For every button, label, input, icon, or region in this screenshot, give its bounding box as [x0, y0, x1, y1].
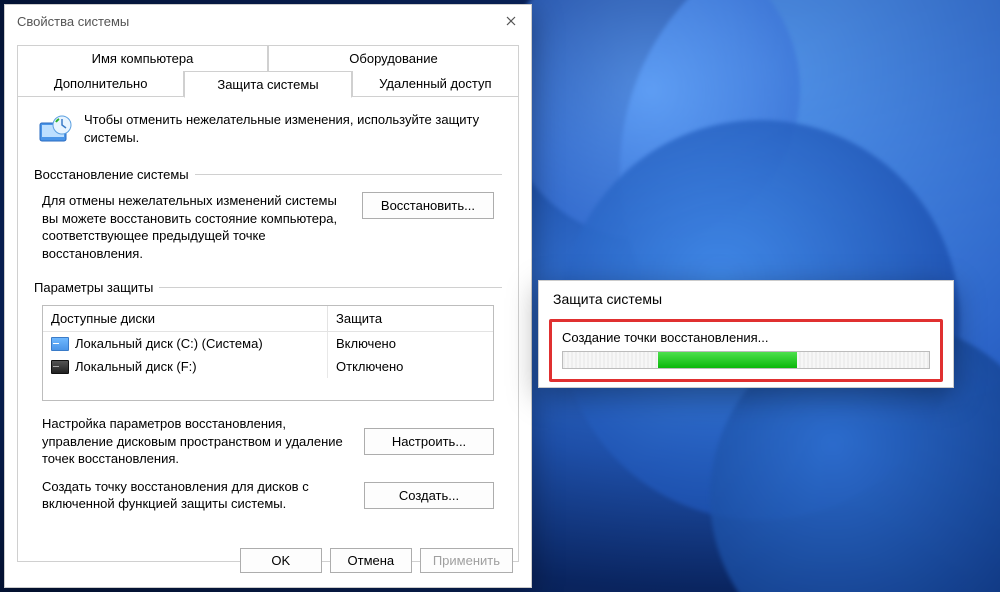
tab-hardware[interactable]: Оборудование [268, 45, 519, 71]
table-row[interactable]: Локальный диск (F:) Отключено [43, 355, 493, 378]
disk-table: Доступные диски Защита Локальный диск (C… [42, 305, 494, 401]
configure-description: Настройка параметров восстановления, упр… [42, 415, 352, 468]
progress-bar [562, 351, 930, 369]
disk-name: Локальный диск (C:) (Система) [75, 336, 263, 351]
configure-button[interactable]: Настроить... [364, 428, 494, 455]
disk-name: Локальный диск (F:) [75, 359, 197, 374]
cancel-button[interactable]: Отмена [330, 548, 412, 573]
system-properties-window: Свойства системы Имя компьютера Оборудов… [4, 4, 532, 588]
progress-label: Создание точки восстановления... [562, 330, 930, 345]
create-button[interactable]: Создать... [364, 482, 494, 509]
restore-button[interactable]: Восстановить... [362, 192, 494, 219]
title-bar: Свойства системы [5, 5, 531, 37]
drive-icon [51, 360, 69, 374]
restore-description: Для отмены нежелательных изменений систе… [42, 192, 350, 262]
close-button[interactable] [499, 9, 523, 33]
progress-highlight: Создание точки восстановления... [549, 319, 943, 382]
disk-status: Включено [328, 332, 493, 355]
system-protection-icon [34, 111, 74, 151]
progress-bar-fill [658, 352, 797, 368]
drive-icon [51, 337, 69, 351]
col-header-protection[interactable]: Защита [328, 306, 493, 331]
tab-content: Чтобы отменить нежелательные изменения, … [17, 96, 519, 562]
create-description: Создать точку восстановления для дисков … [42, 478, 352, 513]
tab-advanced[interactable]: Дополнительно [17, 71, 184, 97]
tab-remote[interactable]: Удаленный доступ [352, 71, 519, 97]
col-header-disks[interactable]: Доступные диски [43, 306, 328, 331]
restore-group-label: Восстановление системы [34, 167, 502, 182]
table-row[interactable]: Локальный диск (C:) (Система) Включено [43, 332, 493, 355]
params-group-label: Параметры защиты [34, 280, 502, 295]
tab-system-protection[interactable]: Защита системы [184, 71, 351, 98]
disk-status: Отключено [328, 355, 493, 378]
progress-dialog: Защита системы Создание точки восстановл… [538, 280, 954, 388]
apply-button: Применить [420, 548, 513, 573]
intro-text: Чтобы отменить нежелательные изменения, … [84, 111, 502, 151]
window-title: Свойства системы [17, 14, 129, 29]
close-icon [506, 16, 516, 26]
ok-button[interactable]: OK [240, 548, 322, 573]
progress-title: Защита системы [539, 281, 953, 313]
tab-computer-name[interactable]: Имя компьютера [17, 45, 268, 71]
